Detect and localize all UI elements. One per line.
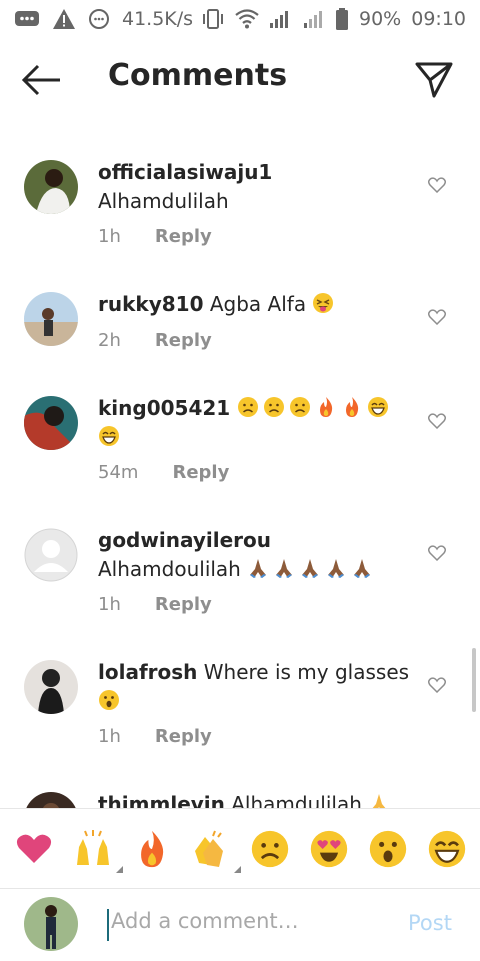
heart-emoji-button[interactable] bbox=[14, 829, 54, 869]
signal-2-icon bbox=[304, 11, 322, 28]
comment-text: Alhamdoulilah bbox=[98, 557, 241, 581]
comment-username[interactable]: lolafrosh bbox=[98, 660, 197, 684]
fire-emoji-button[interactable] bbox=[132, 829, 172, 869]
grin-face-icon bbox=[99, 426, 119, 446]
like-heart-icon[interactable] bbox=[428, 177, 446, 193]
header: Comments bbox=[0, 40, 480, 120]
comment-composer: Post bbox=[0, 888, 480, 961]
comment-time: 54m bbox=[98, 462, 139, 483]
grin-face-icon bbox=[367, 397, 388, 417]
fire-icon bbox=[319, 397, 332, 417]
comment-time: 1h bbox=[98, 726, 121, 747]
pray-icon bbox=[354, 559, 371, 578]
signal-icon bbox=[270, 11, 288, 28]
sad-face-icon bbox=[263, 397, 284, 417]
raised-hands-emoji-button[interactable] bbox=[73, 829, 123, 873]
battery-icon bbox=[336, 8, 348, 30]
clapping-hands-icon bbox=[194, 830, 223, 867]
heart-icon bbox=[16, 834, 51, 863]
grin-face-emoji-button[interactable] bbox=[427, 829, 467, 869]
post-button[interactable]: Post bbox=[408, 911, 452, 935]
battery-level: 90% bbox=[359, 8, 402, 30]
avatar[interactable] bbox=[24, 292, 78, 346]
current-user-avatar bbox=[24, 897, 78, 951]
page-title: Comments bbox=[108, 58, 288, 93]
text-cursor bbox=[107, 909, 109, 941]
tongue-face-icon bbox=[313, 293, 334, 313]
comment-text: Alhamdulilah bbox=[98, 189, 229, 213]
send-direct-icon[interactable] bbox=[414, 60, 454, 100]
warning-icon bbox=[53, 9, 75, 29]
comment-time: 2h bbox=[98, 330, 121, 351]
reply-button[interactable]: Reply bbox=[155, 330, 212, 351]
like-heart-icon[interactable] bbox=[428, 309, 446, 325]
sync-icon bbox=[89, 9, 109, 29]
sad-face-icon bbox=[237, 397, 258, 417]
clapping-hands-emoji-button[interactable] bbox=[191, 829, 241, 873]
comment-text: Agba Alfa bbox=[209, 292, 307, 316]
pray-icon bbox=[328, 559, 345, 578]
clock: 09:10 bbox=[411, 8, 466, 30]
pray-icon bbox=[372, 794, 386, 808]
pray-icon bbox=[250, 559, 267, 578]
reply-button[interactable]: Reply bbox=[172, 462, 229, 483]
pray-icon bbox=[302, 559, 319, 578]
avatar[interactable] bbox=[24, 660, 78, 714]
comment-time: 1h bbox=[98, 594, 121, 615]
surprised-face-icon bbox=[99, 690, 119, 710]
comment-username[interactable]: king005421 bbox=[98, 396, 230, 420]
avatar[interactable] bbox=[24, 792, 78, 808]
comment-body: king005421 bbox=[98, 394, 414, 452]
comment-input[interactable] bbox=[111, 909, 391, 933]
heart-eyes-icon bbox=[310, 830, 347, 867]
status-bar: 41.5K/s 90% 09:10 bbox=[0, 0, 480, 38]
comment-username[interactable]: officialasiwaju1 bbox=[98, 160, 272, 184]
grin-face-icon bbox=[428, 830, 465, 867]
avatar[interactable] bbox=[24, 396, 78, 450]
sad-face-icon bbox=[251, 830, 288, 867]
like-heart-icon[interactable] bbox=[428, 677, 446, 693]
comment-text: Alhamdulilah bbox=[231, 792, 362, 808]
chat-notification-icon bbox=[15, 11, 39, 26]
raised-hands-icon bbox=[76, 829, 109, 865]
heart-eyes-emoji-button[interactable] bbox=[309, 829, 349, 869]
fire-icon bbox=[345, 397, 358, 417]
reply-button[interactable]: Reply bbox=[155, 726, 212, 747]
comment-text: Where is my glasses bbox=[203, 660, 410, 684]
fire-icon bbox=[140, 830, 163, 867]
sad-face-emoji-button[interactable] bbox=[250, 829, 290, 869]
wifi-icon bbox=[235, 9, 259, 29]
vibrate-icon bbox=[203, 9, 223, 29]
comment-username[interactable]: rukky810 bbox=[98, 292, 204, 316]
like-heart-icon[interactable] bbox=[428, 545, 446, 561]
comment-list[interactable]: officialasiwaju1 Alhamdulilah 1h Reply r… bbox=[0, 120, 480, 808]
reply-button[interactable]: Reply bbox=[155, 594, 212, 615]
comment-time: 1h bbox=[98, 226, 121, 247]
back-arrow-icon[interactable] bbox=[20, 62, 64, 98]
network-speed: 41.5K/s bbox=[122, 8, 194, 30]
sad-face-icon bbox=[289, 397, 310, 417]
comment-username[interactable]: godwinayilerou bbox=[98, 528, 271, 552]
surprised-face-icon bbox=[369, 830, 406, 867]
comment-username[interactable]: thimmlevin bbox=[98, 792, 225, 808]
reply-button[interactable]: Reply bbox=[155, 226, 212, 247]
like-heart-icon[interactable] bbox=[428, 413, 446, 429]
scrollbar-thumb[interactable] bbox=[472, 648, 476, 712]
avatar[interactable] bbox=[24, 528, 78, 582]
surprised-face-emoji-button[interactable] bbox=[368, 829, 408, 869]
avatar[interactable] bbox=[24, 160, 78, 214]
emoji-bar bbox=[0, 808, 480, 888]
pray-icon bbox=[276, 559, 293, 578]
